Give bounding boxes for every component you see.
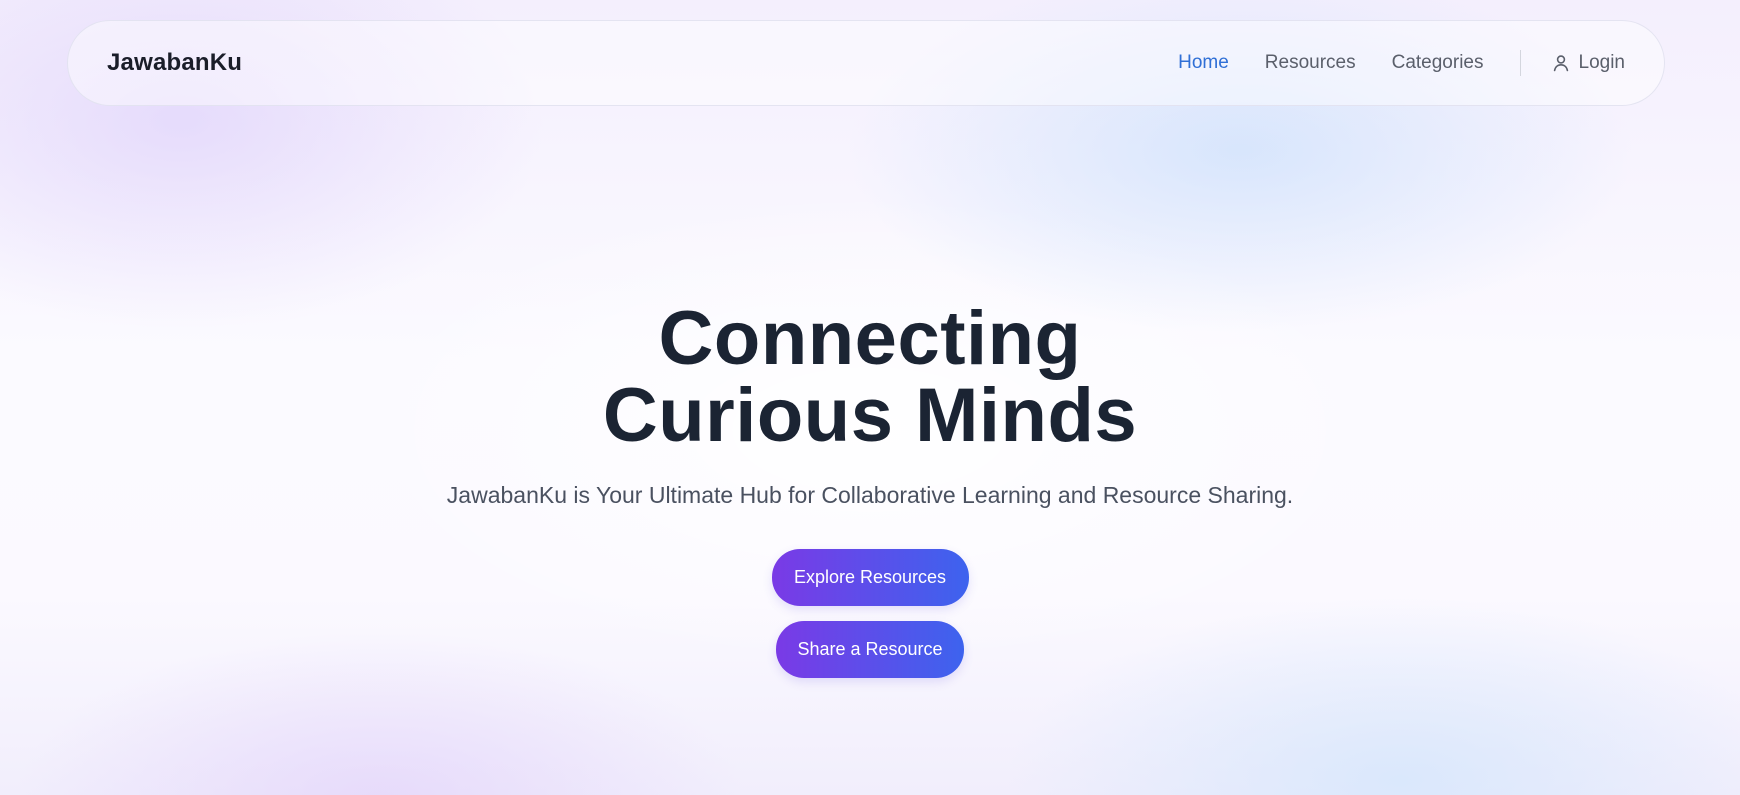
user-icon [1551,53,1571,73]
brand-logo[interactable]: JawabanKu [107,49,242,77]
nav-divider [1519,50,1521,76]
top-navbar: JawabanKu Home Resources Categories Logi… [67,20,1665,106]
login-button[interactable]: Login [1551,52,1626,74]
explore-resources-button[interactable]: Explore Resources [771,549,969,606]
nav-link-categories[interactable]: Categories [1392,52,1484,74]
hero-subtitle: JawabanKu is Your Ultimate Hub for Colla… [446,482,1294,508]
login-label: Login [1578,52,1626,73]
nav-link-home[interactable]: Home [1178,52,1229,74]
share-resource-button[interactable]: Share a Resource [776,621,964,678]
main-nav: Home Resources Categories Login [1142,21,1625,105]
hero-section: Connecting Curious Minds JawabanKu is Yo… [0,300,1740,678]
hero-title-line2: Curious Minds [602,373,1138,458]
nav-link-resources[interactable]: Resources [1265,52,1356,74]
hero-title-line1: Connecting [658,296,1082,381]
hero-title: Connecting Curious Minds [0,300,1740,454]
